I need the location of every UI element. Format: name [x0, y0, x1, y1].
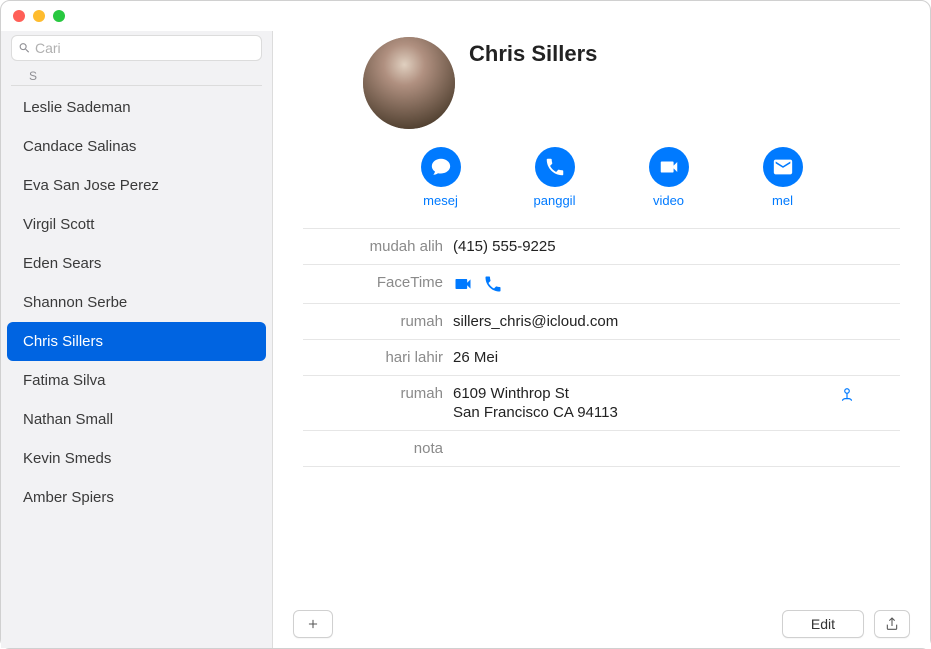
list-item[interactable]: Shannon Serbe — [1, 283, 272, 322]
phone-icon — [535, 147, 575, 187]
search-field[interactable] — [11, 35, 262, 61]
add-button[interactable] — [293, 610, 333, 638]
facetime-audio-icon[interactable] — [483, 274, 503, 294]
search-icon — [18, 41, 31, 55]
field-facetime[interactable]: FaceTime — [303, 264, 900, 303]
list-item[interactable]: Amber Spiers — [1, 478, 272, 517]
mail-label: mel — [772, 193, 793, 208]
field-mobile[interactable]: mudah alih (415) 555-9225 — [303, 228, 900, 264]
action-bar: mesej panggil video mel — [273, 147, 930, 208]
sidebar: S Leslie SademanCandace SalinasEva San J… — [1, 31, 273, 648]
list-item[interactable]: Eva San Jose Perez — [1, 166, 272, 205]
list-item[interactable]: Virgil Scott — [1, 205, 272, 244]
list-item[interactable]: Candace Salinas — [1, 127, 272, 166]
field-label: nota — [303, 440, 453, 457]
mail-button[interactable]: mel — [755, 147, 811, 208]
list-item[interactable]: Kevin Smeds — [1, 439, 272, 478]
list-item[interactable]: Nathan Small — [1, 400, 272, 439]
address-line1: 6109 Winthrop St — [453, 385, 569, 402]
field-notes[interactable]: nota — [303, 430, 900, 467]
message-label: mesej — [423, 193, 458, 208]
fields: mudah alih (415) 555-9225 FaceTime rumah… — [303, 228, 900, 467]
field-label: mudah alih — [303, 238, 453, 255]
close-window-button[interactable] — [13, 10, 25, 22]
list-item[interactable]: Eden Sears — [1, 244, 272, 283]
field-birthday[interactable]: hari lahir 26 Mei — [303, 339, 900, 375]
video-button[interactable]: video — [641, 147, 697, 208]
field-value: 6109 Winthrop St San Francisco CA 94113 — [453, 385, 900, 421]
address-line2: San Francisco CA 94113 — [453, 404, 618, 421]
list-item[interactable]: Leslie Sademan — [1, 88, 272, 127]
field-label: FaceTime — [303, 274, 453, 291]
edit-button[interactable]: Edit — [782, 610, 864, 638]
field-value: 26 Mei — [453, 349, 900, 366]
field-value — [453, 274, 900, 294]
field-home-email[interactable]: rumah sillers_chris@icloud.com — [303, 303, 900, 339]
video-icon — [649, 147, 689, 187]
field-home-address[interactable]: rumah 6109 Winthrop St San Francisco CA … — [303, 375, 900, 430]
field-value: (415) 555-9225 — [453, 238, 900, 255]
field-label: hari lahir — [303, 349, 453, 366]
field-label: rumah — [303, 385, 453, 402]
contact-list: Leslie SademanCandace SalinasEva San Jos… — [1, 86, 272, 648]
footer: Edit — [273, 610, 930, 638]
map-pin-icon[interactable] — [838, 385, 856, 408]
facetime-video-icon[interactable] — [453, 274, 473, 294]
mail-icon — [763, 147, 803, 187]
contact-name: Chris Sillers — [469, 41, 597, 67]
video-label: video — [653, 193, 684, 208]
maximize-window-button[interactable] — [53, 10, 65, 22]
message-button[interactable]: mesej — [413, 147, 469, 208]
message-icon — [421, 147, 461, 187]
window-titlebar — [1, 1, 930, 31]
minimize-window-button[interactable] — [33, 10, 45, 22]
call-label: panggil — [534, 193, 576, 208]
list-item[interactable]: Chris Sillers — [7, 322, 266, 361]
search-input[interactable] — [35, 40, 255, 56]
list-item[interactable]: Fatima Silva — [1, 361, 272, 400]
call-button[interactable]: panggil — [527, 147, 583, 208]
avatar[interactable] — [363, 37, 455, 129]
share-button[interactable] — [874, 610, 910, 638]
field-value: sillers_chris@icloud.com — [453, 313, 900, 330]
field-label: rumah — [303, 313, 453, 330]
contact-detail: Chris Sillers mesej panggil video — [273, 31, 930, 648]
section-header: S — [11, 69, 262, 86]
